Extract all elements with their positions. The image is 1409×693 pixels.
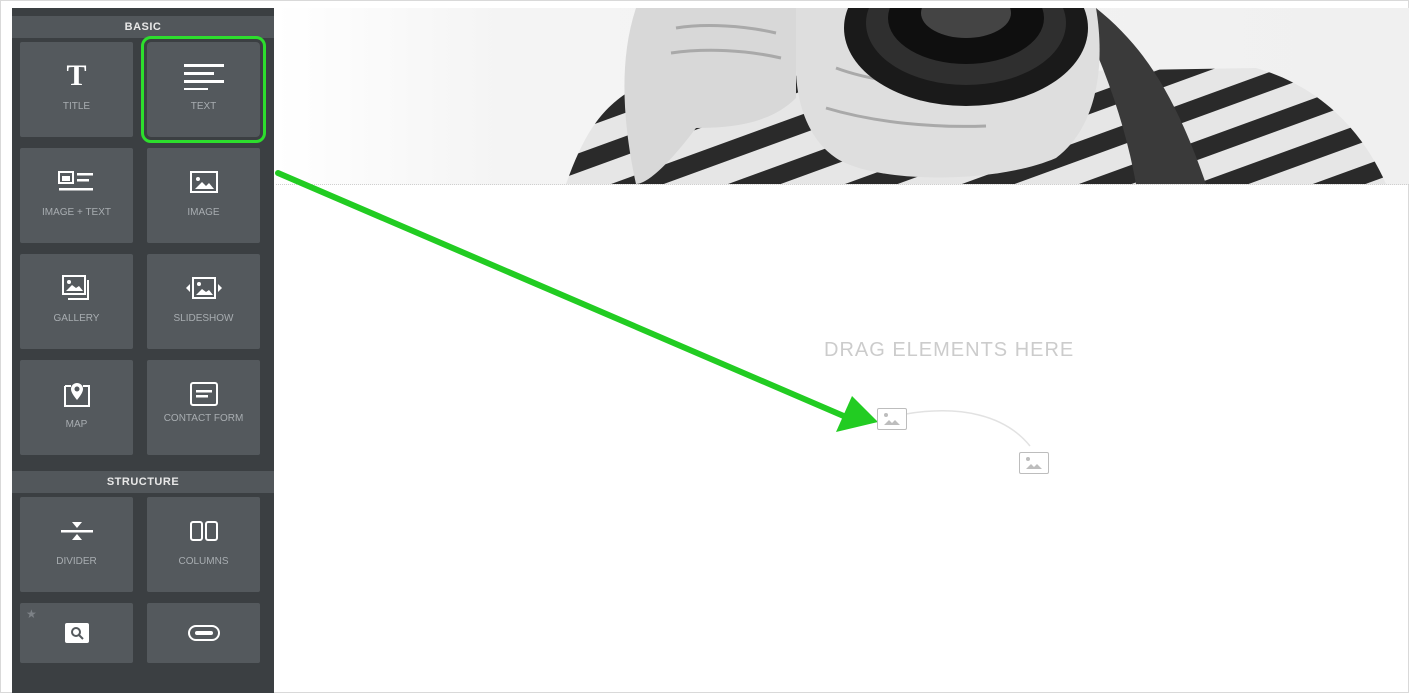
drop-placeholder-image-icon[interactable] xyxy=(1019,452,1049,474)
basic-elements-grid: T TITLE TEXT IMAGE + TEXT IMAGE GALLERY … xyxy=(12,36,274,455)
contact-form-element-tile[interactable]: CONTACT FORM xyxy=(147,360,260,455)
image-text-element-tile[interactable]: IMAGE + TEXT xyxy=(20,148,133,243)
tile-label: TITLE xyxy=(62,101,91,112)
image-element-tile[interactable]: IMAGE xyxy=(147,148,260,243)
columns-icon xyxy=(189,515,219,547)
tile-label: COLUMNS xyxy=(178,556,229,567)
hero-photo xyxy=(276,8,1409,185)
tile-label: SLIDESHOW xyxy=(173,313,234,324)
structure-elements-grid: DIVIDER COLUMNS ★ xyxy=(12,497,274,663)
star-icon: ★ xyxy=(26,607,37,621)
tile-label: TEXT xyxy=(190,101,217,112)
tile-label: IMAGE xyxy=(187,207,220,218)
gallery-element-tile[interactable]: GALLERY xyxy=(20,254,133,349)
map-element-tile[interactable]: MAP xyxy=(20,360,133,455)
drop-zone-label: DRAG ELEMENTS HERE xyxy=(824,339,1075,361)
search-element-tile[interactable]: ★ xyxy=(20,603,133,663)
title-icon: T xyxy=(66,59,87,92)
photographer-image xyxy=(566,8,1386,184)
tile-label: DIVIDER xyxy=(56,556,97,567)
tile-label: CONTACT FORM xyxy=(163,413,244,424)
tile-label: IMAGE + TEXT xyxy=(42,207,111,218)
contact-form-icon xyxy=(189,378,219,410)
structure-section-header: STRUCTURE xyxy=(12,471,274,493)
text-icon xyxy=(183,60,224,92)
slideshow-icon xyxy=(184,272,224,304)
elements-sidebar: BASIC T TITLE TEXT IMAGE + TEXT IMAGE GA… xyxy=(12,8,274,693)
image-icon xyxy=(189,166,219,198)
divider-element-tile[interactable]: DIVIDER xyxy=(20,497,133,592)
image-text-icon xyxy=(57,166,96,198)
map-pin-icon xyxy=(61,378,93,410)
divider-icon xyxy=(60,515,94,547)
drop-placeholder-image-icon[interactable] xyxy=(877,408,907,430)
button-icon xyxy=(187,617,221,649)
columns-element-tile[interactable]: COLUMNS xyxy=(147,497,260,592)
tile-label: GALLERY xyxy=(53,313,100,324)
slideshow-element-tile[interactable]: SLIDESHOW xyxy=(147,254,260,349)
button-element-tile[interactable] xyxy=(147,603,260,663)
basic-section-header: BASIC xyxy=(12,16,274,38)
tile-label: MAP xyxy=(65,419,88,430)
search-icon xyxy=(63,617,91,649)
title-element-tile[interactable]: T TITLE xyxy=(20,42,133,137)
text-element-tile[interactable]: TEXT xyxy=(141,36,266,143)
gallery-icon xyxy=(61,272,93,304)
